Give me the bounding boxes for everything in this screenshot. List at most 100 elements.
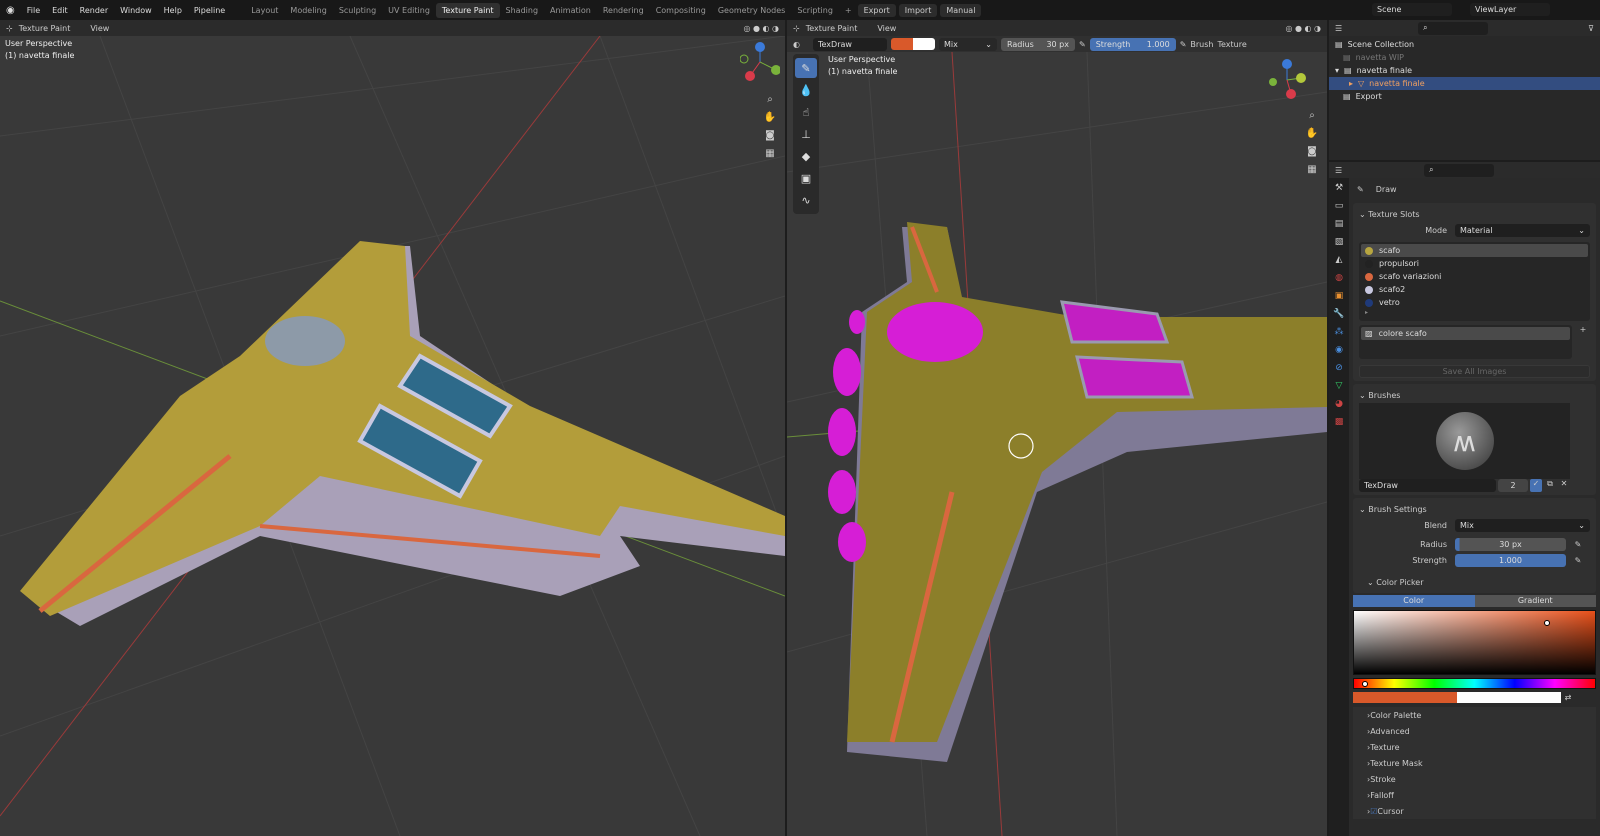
material-slot[interactable]: scafo [1361, 244, 1588, 257]
blender-logo-icon[interactable]: ◉ [0, 5, 21, 16]
pressure-icon[interactable]: ✎ [1566, 556, 1590, 565]
editor-type-icon[interactable]: ⊹ [6, 24, 13, 33]
editor-type-icon[interactable]: ⊹ [793, 24, 800, 33]
fill-tool-icon[interactable]: ◆ [795, 146, 817, 166]
menu-pipeline[interactable]: Pipeline [188, 6, 231, 15]
strength-slider[interactable]: Strength 1.000 [1089, 37, 1176, 51]
outliner-search[interactable]: ⌕ [1418, 21, 1489, 35]
subpanel-texture-mask[interactable]: › Texture Mask [1353, 755, 1596, 771]
subpanel-advanced[interactable]: › Advanced [1353, 723, 1596, 739]
menu-edit[interactable]: Edit [46, 6, 74, 15]
outliner-row[interactable]: ▤ Scene Collection [1335, 38, 1594, 51]
object-tab-icon[interactable]: ▣ [1331, 288, 1347, 304]
material-slot[interactable]: propulsori [1361, 257, 1588, 270]
outliner-row[interactable]: ▤ Export [1335, 90, 1594, 103]
navigation-gizmo[interactable] [739, 42, 781, 84]
duplicate-icon[interactable]: ⧉ [1544, 479, 1556, 492]
grid-ortho-icon[interactable]: ▦ [1303, 160, 1321, 178]
pressure-icon[interactable]: ✎ [1079, 40, 1086, 49]
subpanel-stroke[interactable]: › Stroke [1353, 771, 1596, 787]
add-workspace-button[interactable]: + [839, 3, 858, 18]
add-image-button[interactable]: + [1576, 325, 1590, 359]
subpanel-color-palette[interactable]: › Color Palette [1353, 707, 1596, 723]
secondary-color-swatch[interactable] [913, 38, 935, 50]
mode-dropdown[interactable]: Material ⌄ [1455, 223, 1590, 237]
clone-tool-icon[interactable]: ⊥ [795, 124, 817, 144]
save-all-images-button[interactable]: Save All Images [1359, 365, 1590, 378]
material-slot[interactable]: scafo variazioni [1361, 270, 1588, 283]
primary-color-swatch[interactable] [1353, 692, 1457, 703]
hue-cursor[interactable] [1362, 681, 1368, 687]
physics-tab-icon[interactable]: ◉ [1331, 342, 1347, 358]
view-menu[interactable]: View [90, 24, 109, 33]
outliner-row-selected[interactable]: ▸ ▽ navetta finale [1329, 77, 1600, 90]
annotate-tool-icon[interactable]: ∿ [795, 190, 817, 210]
modifier-tab-icon[interactable]: 🔧 [1331, 306, 1347, 322]
constraints-tab-icon[interactable]: ⊘ [1331, 360, 1347, 376]
soften-tool-icon[interactable]: 💧 [795, 80, 817, 100]
tab-animation[interactable]: Animation [544, 3, 597, 18]
properties-search[interactable]: ⌕ [1424, 163, 1495, 177]
draw-tool-icon[interactable]: ✎ [795, 58, 817, 78]
shading-icons[interactable]: ◎ ● ◐ ◑ [1285, 24, 1321, 33]
smear-tool-icon[interactable]: ☝ [795, 102, 817, 122]
output-tab-icon[interactable]: ▤ [1331, 216, 1347, 232]
export-button[interactable]: Export [857, 3, 896, 17]
zoom-icon[interactable]: ⌕ [761, 90, 779, 108]
tab-rendering[interactable]: Rendering [597, 3, 650, 18]
cursor-checkbox[interactable]: ☑ [1370, 807, 1377, 816]
radius-slider[interactable]: 30 px [1455, 537, 1566, 551]
filter-icon[interactable]: ⊽ [1588, 24, 1594, 33]
mask-tool-icon[interactable]: ▣ [795, 168, 817, 188]
pan-hand-icon[interactable]: ✋ [761, 108, 779, 126]
texture-menu[interactable]: Texture [1218, 40, 1247, 49]
scene-selector[interactable]: Scene [1372, 3, 1452, 16]
display-mode-icon[interactable]: ☰ [1335, 24, 1342, 33]
menu-window[interactable]: Window [114, 6, 158, 15]
view-layer-tab-icon[interactable]: ▧ [1331, 234, 1347, 250]
subpanel-cursor[interactable]: › ☑ Cursor [1353, 803, 1596, 819]
material-slot[interactable]: vetro [1361, 296, 1588, 309]
brush-menu[interactable]: Brush [1190, 40, 1213, 49]
material-tab-icon[interactable]: ◕ [1331, 396, 1347, 412]
fake-user-icon[interactable]: ✓ [1530, 479, 1542, 492]
secondary-color-swatch[interactable] [1457, 692, 1561, 703]
menu-file[interactable]: File [21, 6, 46, 15]
hue-slider[interactable] [1353, 678, 1596, 689]
unlink-icon[interactable]: ✕ [1558, 479, 1570, 492]
editor-type-icon[interactable]: ☰ [1335, 166, 1342, 175]
brush-name-field[interactable]: TexDraw [1359, 479, 1496, 492]
mode-selector[interactable]: Texture Paint [806, 24, 858, 33]
subpanel-texture[interactable]: › Texture [1353, 739, 1596, 755]
tab-shading[interactable]: Shading [500, 3, 545, 18]
tab-compositing[interactable]: Compositing [650, 3, 712, 18]
shading-icons[interactable]: ◎ ● ◐ ◑ [743, 24, 779, 33]
tab-layout[interactable]: Layout [245, 3, 284, 18]
radius-slider[interactable]: Radius 30 px [1001, 37, 1075, 51]
menu-help[interactable]: Help [158, 6, 188, 15]
outliner-row[interactable]: ▾ ▤ navetta finale [1335, 64, 1594, 77]
menu-render[interactable]: Render [74, 6, 114, 15]
brush-settings-header[interactable]: ⌄ Brush Settings [1359, 501, 1590, 517]
grid-ortho-icon[interactable]: ▦ [761, 144, 779, 162]
navigation-gizmo[interactable] [1267, 58, 1307, 104]
brush-name-field[interactable]: TexDraw [813, 37, 887, 51]
color-cursor[interactable] [1544, 620, 1550, 626]
swap-colors-icon[interactable]: ⇄ [1561, 693, 1575, 702]
texture-slots-header[interactable]: ⌄ Texture Slots [1359, 206, 1590, 222]
strength-slider[interactable]: 1.000 [1455, 553, 1566, 567]
brush-preview[interactable]: ʍ [1359, 403, 1570, 479]
pressure-icon[interactable]: ✎ [1180, 40, 1187, 49]
image-slot[interactable]: ▨ colore scafo [1361, 327, 1570, 340]
tab-color[interactable]: Color [1353, 595, 1475, 607]
render-tab-icon[interactable]: ▭ [1331, 198, 1347, 214]
mode-selector[interactable]: Texture Paint [19, 24, 71, 33]
color-picker-header[interactable]: ⌄ Color Picker [1359, 574, 1590, 590]
texture-tab-icon[interactable]: ▩ [1331, 414, 1347, 430]
tab-uv-editing[interactable]: UV Editing [382, 3, 436, 18]
tab-gradient[interactable]: Gradient [1474, 595, 1596, 607]
world-tab-icon[interactable]: ◍ [1331, 270, 1347, 286]
tab-geometry-nodes[interactable]: Geometry Nodes [712, 3, 791, 18]
outliner-row[interactable]: ▤ navetta WIP [1335, 51, 1594, 64]
tab-scripting[interactable]: Scripting [791, 3, 839, 18]
